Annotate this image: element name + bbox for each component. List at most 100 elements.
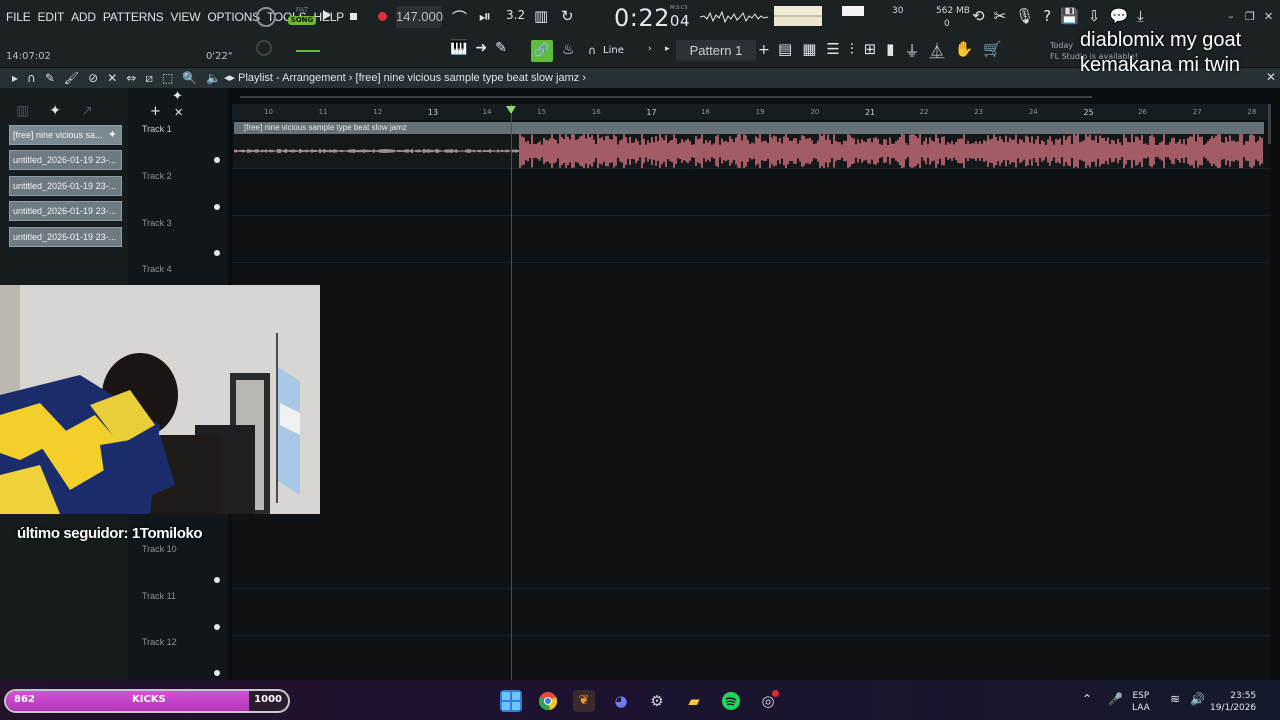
vertical-scrollbar[interactable] — [1268, 104, 1271, 144]
help-icon[interactable]: ? — [1043, 7, 1051, 25]
step-edit-icon[interactable]: ▥ — [534, 7, 548, 25]
undo-icon[interactable]: ⟲ — [972, 7, 985, 25]
system-clock[interactable]: 23:55 19/1/2026 — [1210, 690, 1256, 714]
hand-icon[interactable]: ✋ — [954, 40, 973, 61]
piano-clips-icon[interactable]: ▥ — [16, 103, 29, 119]
playlist-close-icon[interactable]: ✕ — [1266, 70, 1276, 84]
slip-tool-icon[interactable]: ⇔ — [126, 71, 136, 86]
picker-clip[interactable]: untitled_2026-01-19 23-... — [9, 150, 122, 170]
song-position-marker[interactable] — [506, 106, 516, 114]
microphone-icon[interactable]: 🎙 — [1015, 7, 1034, 25]
render-icon[interactable]: ⇩ — [1088, 7, 1101, 25]
tempo-display[interactable]: 147.000 — [396, 6, 443, 28]
cart-icon[interactable]: 🛒 — [983, 40, 1002, 61]
record-button[interactable] — [378, 12, 387, 21]
main-pitch-knob[interactable] — [256, 40, 272, 56]
add-pattern-icon[interactable]: + — [758, 42, 770, 58]
menu-view[interactable]: VIEW — [170, 10, 200, 24]
plugin-icon[interactable]: ⏚ — [904, 40, 919, 61]
track-mute-toggle[interactable] — [214, 624, 220, 630]
menu-edit[interactable]: EDIT — [38, 10, 65, 24]
browser-tree-icon[interactable]: ⊞ — [864, 40, 877, 61]
file-icon[interactable]: ▮ — [886, 40, 894, 61]
play-pattern-icon[interactable]: ▸ — [665, 44, 670, 54]
steam-icon[interactable]: ⚙ — [646, 690, 668, 712]
cut-icon[interactable]: ✂ — [994, 7, 1007, 25]
mixer-list-icon[interactable]: ☰ — [826, 40, 839, 61]
delete-tool-icon[interactable]: ⊘ — [88, 71, 98, 86]
horizontal-scrollbar[interactable] — [240, 96, 1092, 98]
audio-clip-header[interactable]: [free] nine vicious sample type beat slo… — [234, 122, 1264, 134]
save-icon[interactable]: 💾 — [1060, 7, 1079, 25]
paint-tool-icon[interactable]: 🖌 — [64, 71, 79, 86]
track-mute-toggle[interactable] — [214, 670, 220, 676]
track-label[interactable]: Track 11 — [142, 591, 176, 601]
slice-tool-icon[interactable]: ⧄ — [145, 71, 153, 86]
picker-clip[interactable]: untitled_2026-01-19 23-... — [9, 176, 122, 196]
main-volume-knob[interactable] — [256, 7, 276, 27]
track-mute-toggle[interactable] — [214, 250, 220, 256]
collapse-icon[interactable]: ✕ — [174, 106, 183, 119]
tempo-tap-icon[interactable]: ⏅ — [929, 40, 944, 61]
playback-tool-icon[interactable]: 🔈 — [206, 71, 221, 86]
volume-icon[interactable]: 🔊 — [1190, 693, 1205, 705]
file-explorer-icon[interactable]: ▰ — [683, 690, 705, 712]
link-icon[interactable]: 🔗 — [531, 40, 553, 62]
track-label[interactable]: Track 12 — [142, 637, 177, 647]
select-tool-icon[interactable]: ⬚ — [162, 71, 173, 86]
track-mute-toggle[interactable] — [214, 204, 220, 210]
track-label[interactable]: Track 2 — [142, 171, 172, 181]
loop-record-icon[interactable]: ↻ — [561, 7, 574, 25]
track-label[interactable]: Track 3 — [142, 218, 172, 228]
menu-add[interactable]: ADD — [71, 10, 96, 24]
pat-song-toggle[interactable]: PAT SONG — [288, 6, 316, 30]
menu-patterns[interactable]: PATTERNS — [103, 10, 164, 24]
pencil-icon[interactable]: ✎ — [495, 40, 507, 56]
arrow-icon[interactable]: ➜ — [475, 40, 487, 56]
mute-tool-icon[interactable]: ✕ — [107, 71, 117, 86]
audio-clips-icon[interactable]: ✦ — [49, 103, 61, 119]
countdown-icon[interactable]: 3.2 — [506, 8, 525, 22]
stop-button[interactable] — [350, 13, 357, 20]
zoom-vertical-icon[interactable]: ✦ — [172, 89, 183, 104]
pattern-selector[interactable]: Pattern 1 — [676, 40, 756, 61]
language-indicator[interactable]: ESP LAA — [1132, 690, 1150, 714]
picker-clip[interactable]: [free] nine vicious sa... ✦ — [9, 125, 122, 145]
metronome-icon[interactable]: ⌒ — [452, 7, 467, 28]
wifi-icon[interactable]: ≋ — [1170, 693, 1180, 705]
picker-clip[interactable]: untitled_2026-01-19 23-... — [9, 227, 122, 247]
close-icon[interactable]: ✕ — [1264, 10, 1273, 23]
track-mute-toggle[interactable] — [214, 577, 220, 583]
menu-file[interactable]: FILE — [6, 10, 31, 24]
options-arrow-icon[interactable]: ▸ — [12, 71, 18, 86]
chrome-icon[interactable] — [537, 690, 559, 712]
automation-clips-icon[interactable]: ↗ — [81, 103, 93, 119]
restore-icon[interactable]: ❐ — [1245, 10, 1255, 23]
zoom-tool-icon[interactable]: 🔍 — [182, 71, 197, 86]
menu-options[interactable]: OPTIONS — [207, 10, 260, 24]
magnet-icon[interactable]: ∩ — [588, 44, 596, 57]
snap-mode-label[interactable]: Line — [603, 45, 624, 56]
channel-rack-icon[interactable]: ▦ — [802, 40, 816, 61]
discord-icon[interactable]: ◕ — [610, 690, 632, 712]
download-icon[interactable]: ⤓ — [1137, 7, 1144, 25]
master-level-slider[interactable] — [296, 50, 320, 52]
chevron-right-icon[interactable]: › — [648, 44, 652, 54]
track-label[interactable]: Track 10 — [142, 544, 177, 554]
tray-chevron-icon[interactable]: ⌃ — [1082, 693, 1092, 705]
track-label[interactable]: Track 4 — [142, 264, 172, 274]
snap-magnet-icon[interactable]: ∩ — [27, 71, 36, 86]
spotify-icon[interactable] — [720, 690, 742, 712]
audio-clip-waveform[interactable] — [234, 134, 1264, 168]
piano-roll-icon[interactable]: 🎹 — [450, 40, 467, 56]
playlist-grid[interactable] — [232, 120, 1270, 680]
track-label[interactable]: Track 1 — [142, 124, 172, 134]
mixer-icon[interactable]: ⫶ — [850, 40, 854, 61]
track-mute-toggle[interactable] — [214, 157, 220, 163]
playlist-icon[interactable]: ▤ — [778, 40, 792, 61]
play-button[interactable] — [323, 10, 331, 20]
timeline-ruler[interactable]: 10 11 12 13 14 15 16 17 18 19 20 21 22 23 24 25 26 27 28 — [232, 104, 1270, 120]
wait-for-input-icon[interactable]: ⏯ — [479, 7, 491, 25]
add-track-icon[interactable]: + — [150, 104, 161, 119]
minimize-icon[interactable]: – — [1228, 10, 1234, 23]
